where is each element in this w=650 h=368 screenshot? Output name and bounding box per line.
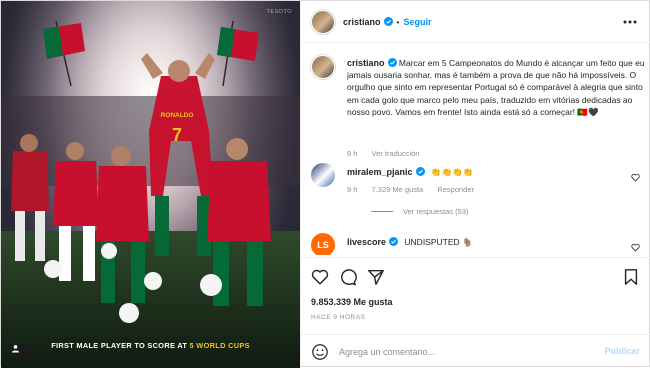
ball-icon	[44, 260, 62, 278]
ball-icon	[119, 303, 139, 323]
verified-badge-icon	[387, 58, 397, 67]
comment-text-line: livescore UNDISPUTED 🐐	[347, 237, 473, 248]
post-header: cristiano • Seguir	[301, 1, 650, 43]
commenter-avatar[interactable]	[311, 163, 335, 187]
comment-composer: Publicar	[301, 334, 650, 368]
author-avatar[interactable]	[311, 9, 335, 34]
jersey-name-text: RONALDO	[161, 112, 194, 119]
post-side-panel: cristiano • Seguir cristiano Marcar em 5…	[300, 1, 650, 368]
action-bar	[301, 257, 650, 297]
likes-count[interactable]: 9.853.339 Me gusta	[311, 297, 393, 307]
view-replies-button[interactable]: Ver respuestas (53)	[371, 207, 468, 216]
share-send-icon[interactable]	[367, 268, 385, 286]
reply-button[interactable]: Responder	[437, 185, 474, 194]
ellipsis-icon[interactable]	[622, 14, 638, 30]
like-heart-icon[interactable]	[311, 268, 329, 286]
comments-list[interactable]: cristiano Marcar em 5 Campeonatos do Mun…	[301, 43, 650, 255]
comment-bubble-icon[interactable]	[339, 268, 357, 286]
caption-meta: 9 h Ver traducción	[347, 149, 419, 158]
image-caption-highlight: 5 WORLD CUPS	[189, 341, 250, 350]
ball-icon	[144, 272, 162, 290]
heart-icon[interactable]	[631, 173, 640, 182]
verified-badge-icon	[415, 167, 425, 176]
replies-divider	[371, 211, 393, 212]
header-separator: •	[396, 16, 400, 27]
comment-meta: 9 h 7.329 Me gusta Responder	[347, 185, 474, 194]
bookmark-icon[interactable]	[622, 268, 640, 286]
publish-button[interactable]: Publicar	[604, 346, 640, 356]
comment-text-line: miralem_pjanic 👏👏👏👏	[347, 167, 473, 178]
comment-username[interactable]: miralem_pjanic	[347, 167, 413, 177]
view-replies-label: Ver respuestas (53)	[403, 207, 469, 216]
verified-badge-icon	[389, 237, 399, 246]
comment-likes[interactable]: 7.329 Me gusta	[372, 185, 424, 194]
tagged-people-icon[interactable]	[11, 344, 27, 360]
commenter-avatar[interactable]: LS	[311, 233, 335, 255]
post-image[interactable]: RONALDO 7 TESOTO FIRST MALE PLAYER TO SC…	[1, 1, 300, 368]
author-username[interactable]: cristiano	[343, 17, 381, 27]
post-artwork: RONALDO 7	[1, 1, 300, 368]
follow-button[interactable]: Seguir	[404, 17, 432, 27]
image-caption: FIRST MALE PLAYER TO SCORE AT 5 WORLD CU…	[1, 341, 300, 350]
jersey-number-text: 7	[172, 125, 182, 145]
comment-text: 👏👏👏👏	[430, 167, 474, 177]
instagram-post-modal: RONALDO 7 TESOTO FIRST MALE PLAYER TO SC…	[0, 0, 650, 368]
caption-time: 9 h	[347, 149, 358, 158]
ball-icon	[200, 274, 222, 296]
translate-link[interactable]: Ver traducción	[372, 149, 420, 158]
ball-icon	[101, 243, 117, 259]
emoji-icon[interactable]	[311, 343, 329, 361]
verified-badge-icon	[383, 17, 393, 26]
comment-text: UNDISPUTED 🐐	[404, 237, 473, 247]
heart-icon[interactable]	[631, 243, 640, 252]
caption-avatar[interactable]	[311, 55, 335, 79]
image-caption-prefix: FIRST MALE PLAYER TO SCORE AT	[51, 341, 190, 350]
post-timestamp: HACE 9 HORAS	[311, 314, 366, 321]
caption-username[interactable]: cristiano	[347, 58, 385, 68]
image-watermark: TESOTO	[266, 9, 292, 15]
comment-time: 9 h	[347, 185, 358, 194]
comment-input[interactable]	[339, 343, 579, 361]
caption-text-block: cristiano Marcar em 5 Campeonatos do Mun…	[347, 57, 647, 118]
comment-username[interactable]: livescore	[347, 237, 386, 247]
